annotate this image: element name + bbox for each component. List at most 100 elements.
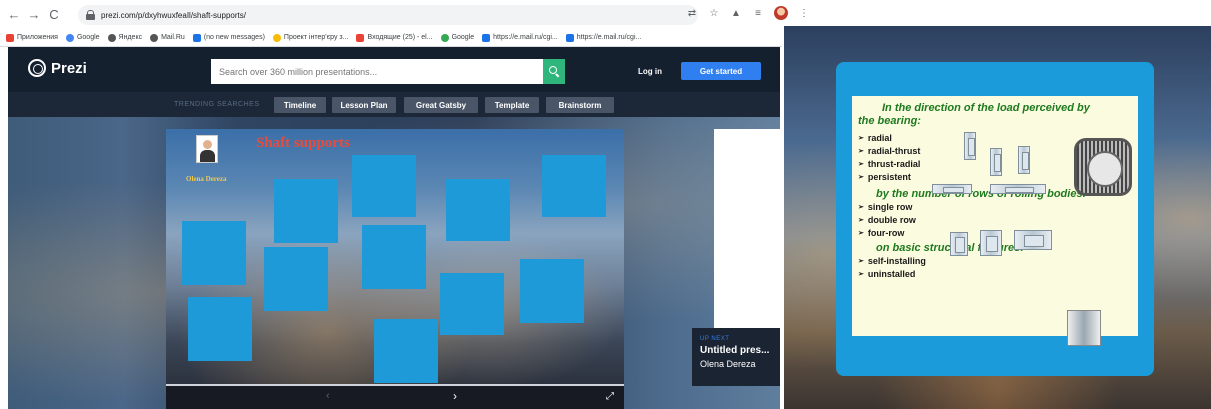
- login-link[interactable]: Log in: [638, 67, 662, 76]
- address-bar[interactable]: prezi.com/p/dxyhwuxfeaIl/shaft-supports/: [78, 5, 698, 25]
- menu-dots-icon[interactable]: ⋮: [798, 8, 810, 19]
- search-icon: [548, 66, 560, 77]
- radial-bearing-illustration: [964, 132, 976, 160]
- topic-tile[interactable]: [446, 179, 510, 241]
- search-input[interactable]: [211, 59, 557, 84]
- forward-arrow-icon[interactable]: →: [26, 7, 42, 23]
- prezi-logo-icon: [28, 59, 46, 77]
- screenshot-root: ← → C prezi.com/p/dxyhwuxfeaIl/shaft-sup…: [0, 0, 1211, 409]
- browser-toolbar-icons: ⇄ ☆ ▲ ≡ ⋮: [686, 6, 810, 20]
- arrow-bullet-icon: ➢: [858, 148, 864, 155]
- four-row-bearing-illustration: [1014, 230, 1052, 250]
- mail-icon: [192, 33, 201, 42]
- topic-tile[interactable]: [440, 273, 504, 335]
- bookmark-messages[interactable]: (no new messages): [192, 33, 265, 42]
- presentation-title: Shaft supports: [256, 135, 350, 151]
- prezi-logo-text: Prezi: [51, 59, 87, 77]
- up-next-title: Untitled pres...: [700, 345, 770, 356]
- gmail-icon: [356, 33, 365, 42]
- up-next-label: UP NEXT: [700, 336, 730, 342]
- url-text: prezi.com/p/dxyhwuxfeaIl/shaft-supports/: [101, 10, 246, 20]
- star-icon[interactable]: ☆: [708, 8, 720, 19]
- reading-list-icon[interactable]: ≡: [752, 8, 764, 19]
- topic-tile[interactable]: [374, 319, 438, 383]
- thrust-radial-bearing-illustration: [1018, 146, 1030, 174]
- slide-view: In the direction of the load perceived b…: [784, 26, 1211, 409]
- bookmarks-bar: Приложения Google Яндекс Mail.Ru (no new…: [0, 29, 782, 47]
- reload-icon[interactable]: C: [46, 7, 62, 23]
- trending-chip-brainstorm[interactable]: Brainstorm: [546, 97, 614, 113]
- persistent-bearing-illustration: [932, 184, 972, 194]
- extension-icon[interactable]: ▲: [730, 8, 742, 19]
- list-item: ➢ single row: [858, 202, 913, 212]
- up-next-card[interactable]: UP NEXT Untitled pres... Olena Dereza: [692, 328, 780, 386]
- arrow-bullet-icon: ➢: [858, 230, 864, 237]
- arrow-bullet-icon: ➢: [858, 258, 864, 265]
- trending-label: TRENDING SEARCHES: [174, 101, 260, 108]
- list-item: ➢ double row: [858, 215, 916, 225]
- slide-card: In the direction of the load perceived b…: [836, 62, 1154, 376]
- bookmark-mailru[interactable]: Mail.Ru: [150, 33, 185, 42]
- single-row-bearing-illustration: [950, 232, 968, 256]
- classification-heading-load-cont: the bearing:: [858, 115, 921, 127]
- roller-bearing-photo: [1074, 138, 1132, 196]
- trending-chip-great-gatsby[interactable]: Great Gatsby: [404, 97, 478, 113]
- google-icon: [65, 33, 74, 42]
- trending-chip-lesson-plan[interactable]: Lesson Plan: [332, 97, 396, 113]
- arrow-bullet-icon: ➢: [858, 161, 864, 168]
- trending-chip-timeline[interactable]: Timeline: [274, 97, 326, 113]
- browser-window: ← → C prezi.com/p/dxyhwuxfeaIl/shaft-sup…: [0, 0, 809, 409]
- player-controls: ‹ › ⤢: [166, 386, 624, 409]
- topic-tile[interactable]: [188, 297, 252, 361]
- prezi-logo[interactable]: Prezi: [28, 59, 87, 77]
- topic-tile[interactable]: [542, 155, 606, 217]
- fullscreen-icon[interactable]: ⤢: [606, 391, 614, 402]
- self-installing-bearing-illustration: [1067, 310, 1101, 346]
- bookmark-inbox[interactable]: Входящие (25) - el...: [356, 33, 433, 42]
- chevron-left-icon[interactable]: ‹: [326, 390, 330, 402]
- structure-list: ➢ self-installing ➢ uninstalled: [858, 255, 1132, 281]
- topic-tile[interactable]: [520, 259, 584, 323]
- double-row-bearing-illustration: [980, 230, 1002, 256]
- google-icon: [272, 33, 281, 42]
- apps-grid-icon: [6, 33, 14, 42]
- side-panel: [714, 129, 780, 329]
- topic-tile[interactable]: [274, 179, 338, 243]
- bookmark-mail-cgi-1[interactable]: https://e.mail.ru/cgi...: [482, 33, 558, 42]
- slide-content: In the direction of the load perceived b…: [852, 96, 1138, 346]
- bookmark-google[interactable]: Google: [65, 33, 100, 42]
- get-started-button[interactable]: Get started: [681, 62, 761, 80]
- author-name: Olena Dereza: [186, 175, 227, 183]
- translate-icon[interactable]: ⇄: [686, 8, 698, 19]
- presentation-viewer[interactable]: Olena Dereza Shaft supports: [166, 129, 624, 391]
- persistent-bearing-illustration: [990, 184, 1046, 194]
- author-photo: [196, 135, 218, 163]
- profile-avatar[interactable]: [774, 6, 788, 20]
- arrow-bullet-icon: ➢: [858, 174, 864, 181]
- chevron-right-icon[interactable]: ›: [453, 389, 457, 403]
- bookmark-mail-cgi-2[interactable]: https://e.mail.ru/cgi...: [565, 33, 641, 42]
- classification-heading-load: In the direction of the load perceived b…: [882, 102, 1090, 114]
- bookmark-apps[interactable]: Приложения: [6, 33, 58, 42]
- trending-chip-template[interactable]: Template: [485, 97, 539, 113]
- topic-tile[interactable]: [182, 221, 246, 285]
- globe-icon: [150, 33, 159, 42]
- arrow-bullet-icon: ➢: [858, 271, 864, 278]
- topic-tile[interactable]: [264, 247, 328, 311]
- topic-tile[interactable]: [352, 155, 416, 217]
- lock-icon: [86, 10, 95, 20]
- list-item: ➢ self-installing: [858, 256, 926, 266]
- radial-thrust-bearing-illustration: [990, 148, 1002, 176]
- bookmark-yandex[interactable]: Яндекс: [107, 33, 142, 42]
- trending-bar: TRENDING SEARCHES Timeline Lesson Plan G…: [8, 92, 780, 117]
- topic-tile[interactable]: [362, 225, 426, 289]
- back-arrow-icon[interactable]: ←: [6, 7, 22, 23]
- arrow-bullet-icon: ➢: [858, 135, 864, 142]
- mail-icon: [565, 33, 574, 42]
- bookmark-google-2[interactable]: Google: [440, 33, 474, 42]
- prezi-page: Prezi Log in Get started TRENDING SEARCH…: [8, 47, 780, 409]
- up-next-author: Olena Dereza: [700, 359, 756, 369]
- bookmark-project[interactable]: Проект інтер'єру з...: [272, 33, 348, 42]
- search-button[interactable]: [543, 59, 565, 84]
- google-icon: [440, 33, 449, 42]
